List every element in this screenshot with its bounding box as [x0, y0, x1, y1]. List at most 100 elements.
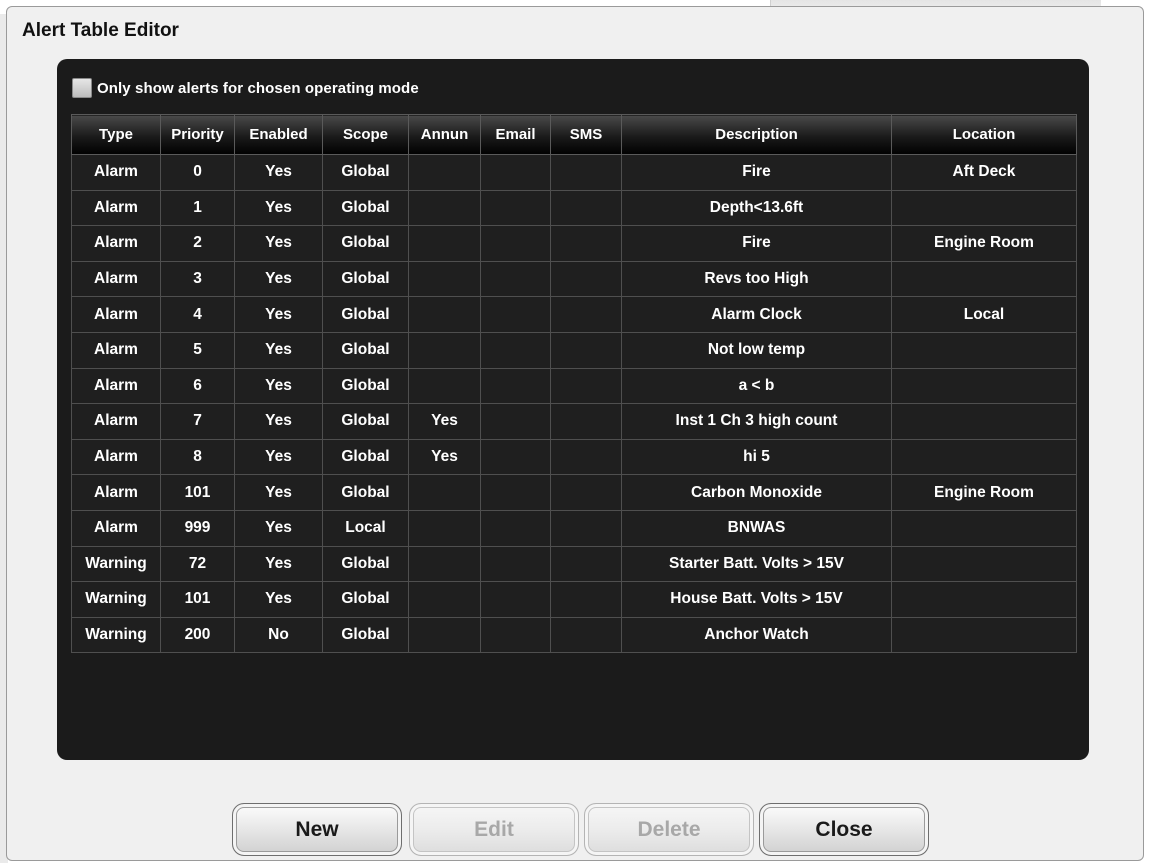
cell-scope: Global: [322, 331, 409, 369]
cell-type: Alarm: [71, 509, 161, 547]
cell-scope: Global: [322, 474, 409, 511]
table-row[interactable]: Alarm 4 Yes Global Alarm Clock Local: [71, 296, 1077, 333]
cell-scope: Global: [322, 296, 409, 333]
table-row[interactable]: Alarm 7 Yes Global Yes Inst 1 Ch 3 high count: [71, 403, 1077, 440]
column-header-email[interactable]: Email: [480, 114, 551, 155]
cell-priority: 200: [160, 616, 235, 654]
cell-sms: [550, 260, 622, 298]
table-row[interactable]: Alarm 1 Yes Global Depth<13.6ft: [71, 189, 1077, 227]
cell-scope: Global: [322, 225, 409, 262]
alerts-table: Type Priority Enabled Scope Annun Email SMS Des…: [71, 114, 1077, 654]
cell-priority: 0: [160, 154, 235, 191]
table-header-row: Type Priority Enabled Scope Annun Email SMS Des…: [71, 114, 1077, 155]
cell-sms: [550, 296, 622, 333]
table-row[interactable]: Alarm 2 Yes Global Fire Engine Room: [71, 225, 1077, 262]
cell-email: [480, 154, 551, 191]
cell-location: Local: [891, 296, 1077, 333]
cell-email: [480, 296, 551, 333]
dialog-title: Alert Table Editor: [22, 20, 179, 41]
cell-priority: 5: [160, 331, 235, 369]
cell-location: [891, 545, 1077, 583]
cell-annun: [408, 154, 481, 191]
table-row[interactable]: Alarm 0 Yes Global Fire Aft Deck: [71, 154, 1077, 191]
cell-enabled: Yes: [234, 331, 323, 369]
cell-sms: [550, 474, 622, 511]
cell-scope: Global: [322, 616, 409, 654]
cell-priority: 2: [160, 225, 235, 262]
cell-type: Alarm: [71, 438, 161, 476]
new-button[interactable]: New: [232, 803, 402, 856]
cell-priority: 101: [160, 581, 235, 618]
cell-email: [480, 581, 551, 618]
cell-description: Fire: [621, 225, 892, 262]
close-button[interactable]: Close: [759, 803, 929, 856]
table-row[interactable]: Alarm 101 Yes Global Carbon Monoxide Engine R…: [71, 474, 1077, 511]
cell-type: Alarm: [71, 154, 161, 191]
cell-priority: 3: [160, 260, 235, 298]
cell-type: Alarm: [71, 331, 161, 369]
cell-location: [891, 438, 1077, 476]
cell-scope: Global: [322, 581, 409, 618]
column-header-sms[interactable]: SMS: [550, 114, 622, 155]
cell-description: Fire: [621, 154, 892, 191]
table-row[interactable]: Alarm 6 Yes Global a < b: [71, 367, 1077, 405]
cell-location: [891, 189, 1077, 227]
cell-enabled: Yes: [234, 545, 323, 583]
cell-type: Warning: [71, 616, 161, 654]
cell-location: [891, 403, 1077, 440]
operating-mode-label: Only show alerts for chosen operating mo…: [97, 79, 419, 97]
table-row[interactable]: Warning 101 Yes Global House Batt. Volts > 1…: [71, 581, 1077, 618]
cell-sms: [550, 616, 622, 654]
edit-button[interactable]: Edit: [409, 803, 579, 856]
column-header-enabled[interactable]: Enabled: [234, 114, 323, 155]
column-header-priority[interactable]: Priority: [160, 114, 235, 155]
cell-enabled: Yes: [234, 189, 323, 227]
table-row[interactable]: Warning 72 Yes Global Starter Batt. Volts > …: [71, 545, 1077, 583]
table-row[interactable]: Alarm 3 Yes Global Revs too High: [71, 260, 1077, 298]
cell-type: Alarm: [71, 474, 161, 511]
cell-location: [891, 331, 1077, 369]
cell-enabled: Yes: [234, 260, 323, 298]
cell-priority: 4: [160, 296, 235, 333]
cell-type: Alarm: [71, 296, 161, 333]
cell-location: [891, 509, 1077, 547]
table-row[interactable]: Alarm 5 Yes Global Not low temp: [71, 331, 1077, 369]
table-row[interactable]: Alarm 999 Yes Local BNWAS: [71, 509, 1077, 547]
cell-description: Anchor Watch: [621, 616, 892, 654]
column-header-annun[interactable]: Annun: [408, 114, 481, 155]
cell-email: [480, 225, 551, 262]
cell-type: Warning: [71, 545, 161, 583]
cell-enabled: Yes: [234, 367, 323, 405]
operating-mode-filter[interactable]: Only show alerts for chosen operating mo…: [72, 77, 419, 99]
cell-description: House Batt. Volts > 15V: [621, 581, 892, 618]
cell-sms: [550, 367, 622, 405]
operating-mode-checkbox[interactable]: [72, 78, 92, 98]
table-row[interactable]: Warning 200 No Global Anchor Watch: [71, 616, 1077, 654]
cell-type: Alarm: [71, 189, 161, 227]
cell-description: hi 5: [621, 438, 892, 476]
cell-type: Alarm: [71, 367, 161, 405]
column-header-type[interactable]: Type: [71, 114, 161, 155]
cell-email: [480, 331, 551, 369]
cell-enabled: No: [234, 616, 323, 654]
delete-button[interactable]: Delete: [584, 803, 754, 856]
column-header-scope[interactable]: Scope: [322, 114, 409, 155]
cell-location: Engine Room: [891, 225, 1077, 262]
cell-annun: Yes: [408, 438, 481, 476]
cell-type: Alarm: [71, 260, 161, 298]
cell-location: [891, 260, 1077, 298]
column-header-description[interactable]: Description: [621, 114, 892, 155]
column-header-location[interactable]: Location: [891, 114, 1077, 155]
cell-annun: Yes: [408, 403, 481, 440]
cell-description: Starter Batt. Volts > 15V: [621, 545, 892, 583]
cell-type: Alarm: [71, 403, 161, 440]
cell-email: [480, 403, 551, 440]
cell-enabled: Yes: [234, 438, 323, 476]
cell-enabled: Yes: [234, 509, 323, 547]
cell-sms: [550, 509, 622, 547]
cell-annun: [408, 581, 481, 618]
table-row[interactable]: Alarm 8 Yes Global Yes hi 5: [71, 438, 1077, 476]
cell-description: Revs too High: [621, 260, 892, 298]
cell-annun: [408, 260, 481, 298]
cell-priority: 999: [160, 509, 235, 547]
